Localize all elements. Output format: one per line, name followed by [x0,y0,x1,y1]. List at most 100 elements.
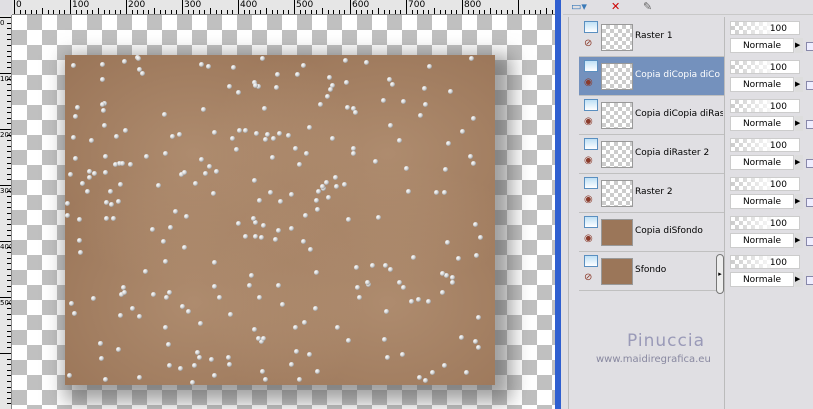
water-droplet [302,319,308,325]
ruler-tick [221,10,223,14]
layer-row[interactable]: ◉ Raster 2 [579,174,724,213]
water-droplet [289,226,295,232]
blend-mode-arrow-icon[interactable]: ▶ [795,77,803,92]
lock-transparency-checkbox[interactable] [806,81,813,90]
blend-mode-select[interactable]: Normale [730,272,794,287]
water-droplet [324,93,330,99]
opacity-field[interactable]: 100 [730,255,800,269]
lock-transparency-checkbox[interactable] [806,42,813,51]
ruler-label: 100 [0,75,11,83]
edit-mask-icon[interactable]: ✎ [643,0,652,14]
water-droplet [167,363,173,369]
water-droplet [445,140,451,146]
ruler-tick [7,269,11,270]
water-droplet [300,62,306,68]
ruler-tick [389,10,391,14]
blend-mode-arrow-icon[interactable]: ▶ [795,38,803,53]
ruler-tick [282,10,284,14]
new-layer-icon[interactable]: ▭▾ [571,0,587,14]
water-droplet [261,105,267,111]
eye-icon[interactable]: ◉ [584,117,598,127]
water-droplet [334,183,340,189]
ruler-tick [176,10,178,14]
opacity-field[interactable]: 100 [730,99,800,113]
water-droplet [297,162,303,168]
layer-row[interactable]: ◉ Copia diCopia diCo [579,57,724,96]
water-droplet [346,217,352,223]
blend-mode-arrow-icon[interactable]: ▶ [795,194,803,209]
eye-icon[interactable]: ◉ [584,156,598,166]
hidden-eye-icon[interactable]: ⊘ [584,39,598,49]
ruler-label: 800 [464,0,482,10]
ruler-tick [7,341,11,343]
eye-icon[interactable]: ◉ [584,195,598,205]
water-droplet [127,161,133,167]
eye-icon[interactable]: ◉ [584,78,598,88]
blend-mode-arrow-icon[interactable]: ▶ [795,233,803,248]
image-canvas[interactable] [12,15,555,409]
water-droplet [182,245,188,251]
layer-row[interactable]: ◉ Copia diCopia diRas [579,96,724,135]
water-droplet [162,112,168,117]
ruler-tick [534,10,536,14]
layer-row[interactable]: ⊘ Sfondo [579,252,724,291]
delete-layer-icon[interactable]: ✕ [611,0,620,14]
water-droplet [229,136,235,142]
layer-type-icon [584,216,598,228]
layer-name: Copia diRaster 2 [635,148,710,158]
water-droplet [354,284,360,290]
layer-row[interactable]: ⊘ Raster 1 [579,18,724,57]
layer-row[interactable]: ◉ Copia diSfondo [579,213,724,252]
blend-mode-select[interactable]: Normale [730,233,794,248]
opacity-field[interactable]: 100 [730,60,800,74]
canvas-scrollbar[interactable] [555,0,561,409]
collapse-panel-button[interactable]: ▸ [716,254,724,294]
lock-transparency-checkbox[interactable] [806,198,813,207]
ruler-tick [0,185,11,186]
opacity-field[interactable]: 100 [730,216,800,230]
blend-mode-arrow-icon[interactable]: ▶ [795,272,803,287]
lock-transparency-checkbox[interactable] [806,159,813,168]
water-droplet [403,165,409,171]
ruler-label: 0 [0,19,5,27]
water-droplet [445,239,450,245]
hidden-eye-icon[interactable]: ⊘ [584,273,598,283]
water-droplet [473,252,479,258]
water-droplet [136,55,142,61]
water-droplet [326,195,332,201]
layer-properties: 100 Normale ▶ 100 Normale ▶ 100 Normale … [724,17,813,409]
water-droplet [262,136,268,142]
eye-icon[interactable]: ◉ [584,234,598,244]
blend-mode-select[interactable]: Normale [730,38,794,53]
water-droplet [417,374,423,380]
blend-mode-select[interactable]: Normale [730,77,794,92]
layer-props-row: 100 Normale ▶ [728,18,813,57]
lock-transparency-checkbox[interactable] [806,120,813,129]
layer-row[interactable]: ◉ Copia diRaster 2 [579,135,724,174]
water-droplet [351,151,357,157]
ruler-tick [484,10,486,14]
water-droplet [77,250,83,256]
opacity-field[interactable]: 100 [730,177,800,191]
water-droplet [364,59,370,65]
water-droplet [172,209,178,215]
water-droplet [233,147,239,153]
ruler-tick [394,10,396,14]
lock-transparency-checkbox[interactable] [806,237,813,246]
water-droplet [225,354,231,360]
blend-mode-select[interactable]: Normale [730,194,794,209]
opacity-field[interactable]: 100 [730,138,800,152]
water-droplet [185,308,191,314]
blend-mode-select[interactable]: Normale [730,155,794,170]
water-droplet [399,352,405,358]
water-droplet [260,222,266,228]
lock-transparency-checkbox[interactable] [806,276,813,285]
water-droplet [101,108,107,114]
ruler-tick [7,33,11,35]
water-droplet [162,259,168,265]
blend-mode-arrow-icon[interactable]: ▶ [795,155,803,170]
ruler-tick [299,10,301,14]
blend-mode-arrow-icon[interactable]: ▶ [795,116,803,131]
opacity-field[interactable]: 100 [730,21,800,35]
blend-mode-select[interactable]: Normale [730,116,794,131]
